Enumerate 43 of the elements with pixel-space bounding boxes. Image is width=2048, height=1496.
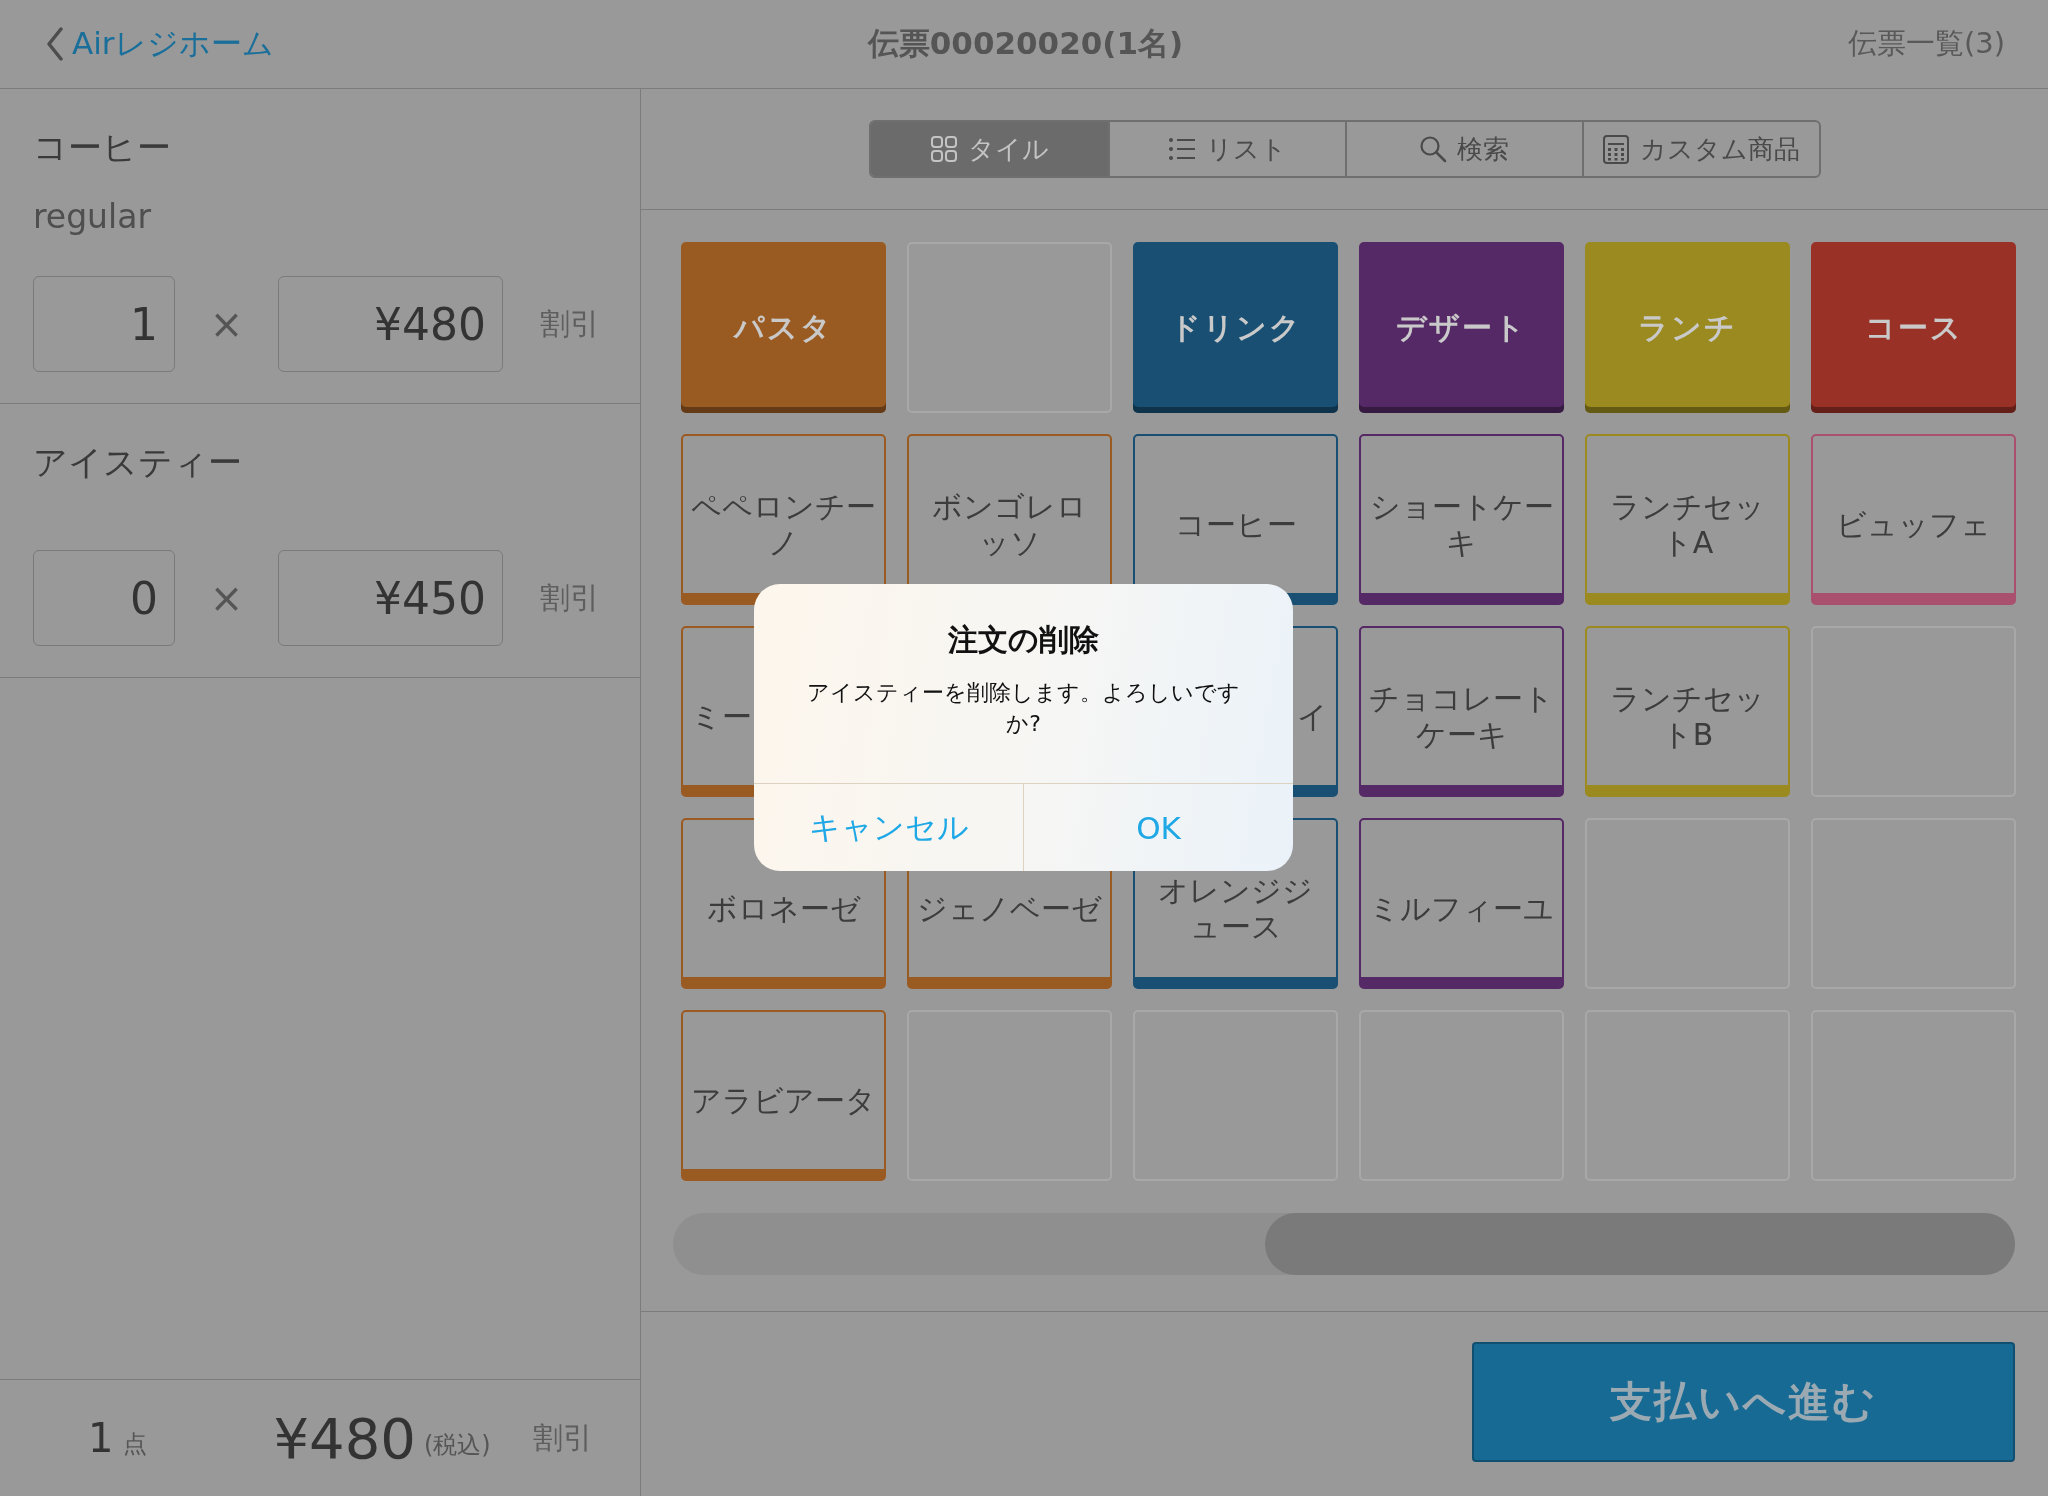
view-tab[interactable]: タイル bbox=[870, 122, 1108, 176]
tax-note: (税込) bbox=[423, 1430, 491, 1461]
discount-link[interactable]: 割引 bbox=[532, 1417, 593, 1459]
total-amount: ¥480 bbox=[273, 1405, 416, 1471]
back-link[interactable]: Airレジホーム bbox=[46, 23, 274, 65]
product-tile[interactable]: ミルフィーユ bbox=[1359, 818, 1564, 989]
discount-link[interactable]: 割引 bbox=[540, 577, 600, 619]
view-tab[interactable]: リスト bbox=[1107, 122, 1345, 176]
ticket-title: 伝票00020020(1名) bbox=[867, 24, 1184, 63]
category-tile[interactable]: デザート bbox=[1359, 242, 1564, 413]
product-tile[interactable]: ショートケーキ bbox=[1359, 434, 1564, 605]
category-tile[interactable]: ドリンク bbox=[1133, 242, 1338, 413]
dialog-title: 注文の削除 bbox=[948, 621, 1099, 659]
multiply-sign: × bbox=[208, 301, 245, 347]
ok-button[interactable]: OK bbox=[1023, 784, 1293, 871]
category-tile[interactable]: コース bbox=[1811, 242, 2016, 413]
item-name: アイスティー bbox=[33, 441, 243, 484]
proceed-to-payment-button[interactable]: 支払いへ進む bbox=[1472, 1342, 2015, 1462]
dialog-message: アイスティーを削除します。よろしいですか? bbox=[806, 679, 1241, 738]
item-name: コーヒー bbox=[33, 126, 172, 169]
product-tile[interactable]: ランチセットA bbox=[1585, 434, 1790, 605]
count-unit: 点 bbox=[123, 1429, 148, 1460]
product-tile[interactable]: アラビアータ bbox=[681, 1010, 886, 1181]
chevron-left-icon bbox=[46, 27, 64, 61]
quantity-field[interactable]: 0 bbox=[33, 550, 175, 646]
view-tab[interactable]: カスタム商品 bbox=[1581, 122, 1819, 176]
item-option: regular bbox=[33, 197, 151, 236]
grid-icon bbox=[929, 134, 958, 164]
multiply-sign: × bbox=[208, 575, 245, 621]
search-icon bbox=[1419, 134, 1447, 164]
ticket-list-link[interactable]: 伝票一覧(3) bbox=[1847, 24, 2005, 64]
product-tile[interactable]: ランチセットB bbox=[1585, 626, 1790, 797]
calculator-icon bbox=[1602, 134, 1630, 164]
discount-link[interactable]: 割引 bbox=[540, 303, 600, 345]
quantity-field[interactable]: 1 bbox=[33, 276, 175, 372]
product-tile[interactable]: ビュッフェ bbox=[1811, 434, 2016, 605]
item-count: 1 bbox=[88, 1415, 114, 1461]
price-field[interactable]: ¥480 bbox=[278, 276, 503, 372]
category-tile[interactable]: ランチ bbox=[1585, 242, 1790, 413]
price-field[interactable]: ¥450 bbox=[278, 550, 503, 646]
product-tile[interactable]: チョコレートケーキ bbox=[1359, 626, 1564, 797]
category-tile[interactable]: パスタ bbox=[681, 242, 886, 413]
view-tab[interactable]: 検索 bbox=[1344, 122, 1582, 176]
